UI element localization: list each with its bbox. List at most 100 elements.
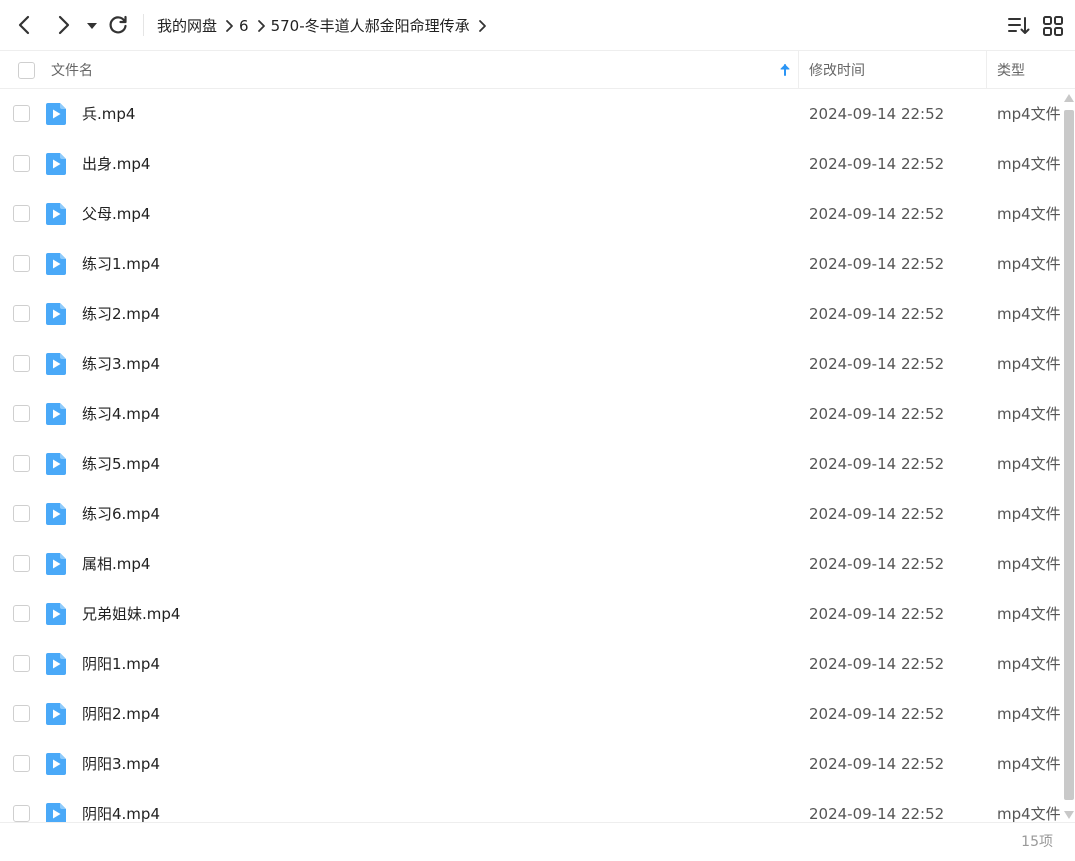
table-row[interactable]: 练习3.mp4 2024-09-14 22:52 mp4文件 [0, 339, 1062, 389]
row-checkbox[interactable] [13, 105, 30, 122]
column-name[interactable]: 文件名 [51, 51, 93, 89]
file-name[interactable]: 练习5.mp4 [82, 439, 160, 489]
file-name[interactable]: 练习6.mp4 [82, 489, 160, 539]
file-type: mp4文件 [997, 205, 1061, 223]
table-row[interactable]: 练习2.mp4 2024-09-14 22:52 mp4文件 [0, 289, 1062, 339]
sort-icon[interactable] [1007, 14, 1031, 38]
video-file-icon [45, 502, 67, 526]
item-count: 15项 [1021, 834, 1053, 850]
table-row[interactable]: 兄弟姐妹.mp4 2024-09-14 22:52 mp4文件 [0, 589, 1062, 639]
row-checkbox[interactable] [13, 555, 30, 572]
sort-ascending-icon[interactable] [779, 51, 793, 89]
file-name[interactable]: 练习3.mp4 [82, 339, 160, 389]
file-name[interactable]: 阴阳2.mp4 [82, 689, 160, 739]
column-date[interactable]: 修改时间 [809, 51, 865, 89]
video-file-icon [45, 102, 67, 126]
forward-arrow-icon[interactable] [51, 13, 75, 37]
file-modified-date: 2024-09-14 22:52 [809, 705, 945, 723]
file-modified-date: 2024-09-14 22:52 [809, 205, 945, 223]
scrollbar-thumb[interactable] [1064, 110, 1074, 800]
table-row[interactable]: 阴阳2.mp4 2024-09-14 22:52 mp4文件 [0, 689, 1062, 739]
row-checkbox[interactable] [13, 655, 30, 672]
table-row[interactable]: 练习6.mp4 2024-09-14 22:52 mp4文件 [0, 489, 1062, 539]
table-row[interactable]: 阴阳1.mp4 2024-09-14 22:52 mp4文件 [0, 639, 1062, 689]
breadcrumb-item-current[interactable]: 570-冬丰道人郝金阳命理传承 [271, 15, 470, 36]
table-row[interactable]: 练习5.mp4 2024-09-14 22:52 mp4文件 [0, 439, 1062, 489]
table-row[interactable]: 阴阳3.mp4 2024-09-14 22:52 mp4文件 [0, 739, 1062, 789]
breadcrumb-item-root[interactable]: 我的网盘 [157, 15, 217, 36]
row-checkbox[interactable] [13, 305, 30, 322]
file-type: mp4文件 [997, 305, 1061, 323]
table-row[interactable]: 练习4.mp4 2024-09-14 22:52 mp4文件 [0, 389, 1062, 439]
video-file-icon [45, 352, 67, 376]
row-checkbox[interactable] [13, 705, 30, 722]
row-checkbox[interactable] [13, 605, 30, 622]
scroll-up-arrow-icon[interactable] [1064, 94, 1074, 102]
file-name[interactable]: 阴阳1.mp4 [82, 639, 160, 689]
chevron-right-icon[interactable] [472, 19, 492, 33]
file-type: mp4文件 [997, 805, 1061, 822]
row-checkbox[interactable] [13, 205, 30, 222]
row-checkbox[interactable] [13, 455, 30, 472]
table-row[interactable]: 练习1.mp4 2024-09-14 22:52 mp4文件 [0, 239, 1062, 289]
file-modified-date: 2024-09-14 22:52 [809, 155, 945, 173]
file-modified-date: 2024-09-14 22:52 [809, 405, 945, 423]
back-arrow-icon[interactable] [13, 13, 37, 37]
row-checkbox[interactable] [13, 805, 30, 822]
row-checkbox[interactable] [13, 405, 30, 422]
file-type: mp4文件 [997, 155, 1061, 173]
file-name[interactable]: 兄弟姐妹.mp4 [82, 589, 180, 639]
breadcrumb-item-folder-6[interactable]: 6 [239, 17, 249, 35]
row-checkbox[interactable] [13, 355, 30, 372]
scroll-down-arrow-icon[interactable] [1064, 811, 1074, 819]
file-name[interactable]: 练习4.mp4 [82, 389, 160, 439]
column-type[interactable]: 类型 [997, 51, 1025, 89]
file-modified-date: 2024-09-14 22:52 [809, 255, 945, 273]
file-modified-date: 2024-09-14 22:52 [809, 605, 945, 623]
history-dropdown-icon[interactable] [84, 13, 100, 37]
file-name[interactable]: 练习2.mp4 [82, 289, 160, 339]
table-row[interactable]: 出身.mp4 2024-09-14 22:52 mp4文件 [0, 139, 1062, 189]
file-name[interactable]: 父母.mp4 [82, 189, 150, 239]
column-divider[interactable] [986, 51, 987, 89]
refresh-icon[interactable] [106, 13, 130, 37]
row-checkbox[interactable] [13, 755, 30, 772]
file-type: mp4文件 [997, 555, 1061, 573]
file-name[interactable]: 练习1.mp4 [82, 239, 160, 289]
row-checkbox[interactable] [13, 155, 30, 172]
file-modified-date: 2024-09-14 22:52 [809, 755, 945, 773]
video-file-icon [45, 702, 67, 726]
file-modified-date: 2024-09-14 22:52 [809, 505, 945, 523]
row-checkbox[interactable] [13, 255, 30, 272]
toolbar-divider [143, 14, 144, 36]
file-name[interactable]: 阴阳3.mp4 [82, 739, 160, 789]
file-name[interactable]: 出身.mp4 [82, 139, 150, 189]
file-name[interactable]: 兵.mp4 [82, 89, 135, 139]
file-modified-date: 2024-09-14 22:52 [809, 305, 945, 323]
file-name[interactable]: 阴阳4.mp4 [82, 789, 160, 822]
vertical-scrollbar[interactable] [1063, 94, 1075, 819]
file-type: mp4文件 [997, 455, 1061, 473]
toolbar: 我的网盘 6 570-冬丰道人郝金阳命理传承 [0, 0, 1075, 51]
file-modified-date: 2024-09-14 22:52 [809, 355, 945, 373]
video-file-icon [45, 202, 67, 226]
file-type: mp4文件 [997, 355, 1061, 373]
chevron-right-icon [219, 19, 239, 33]
video-file-icon [45, 552, 67, 576]
video-file-icon [45, 602, 67, 626]
file-type: mp4文件 [997, 255, 1061, 273]
table-row[interactable]: 父母.mp4 2024-09-14 22:52 mp4文件 [0, 189, 1062, 239]
file-type: mp4文件 [997, 105, 1061, 123]
column-divider[interactable] [798, 51, 799, 89]
video-file-icon [45, 452, 67, 476]
table-row[interactable]: 兵.mp4 2024-09-14 22:52 mp4文件 [0, 89, 1062, 139]
grid-view-icon[interactable] [1041, 14, 1065, 38]
table-row[interactable]: 阴阳4.mp4 2024-09-14 22:52 mp4文件 [0, 789, 1062, 822]
table-row[interactable]: 属相.mp4 2024-09-14 22:52 mp4文件 [0, 539, 1062, 589]
select-all-checkbox[interactable] [18, 61, 35, 79]
file-modified-date: 2024-09-14 22:52 [809, 805, 945, 822]
row-checkbox[interactable] [13, 505, 30, 522]
file-name[interactable]: 属相.mp4 [82, 539, 150, 589]
file-type: mp4文件 [997, 505, 1061, 523]
file-modified-date: 2024-09-14 22:52 [809, 455, 945, 473]
